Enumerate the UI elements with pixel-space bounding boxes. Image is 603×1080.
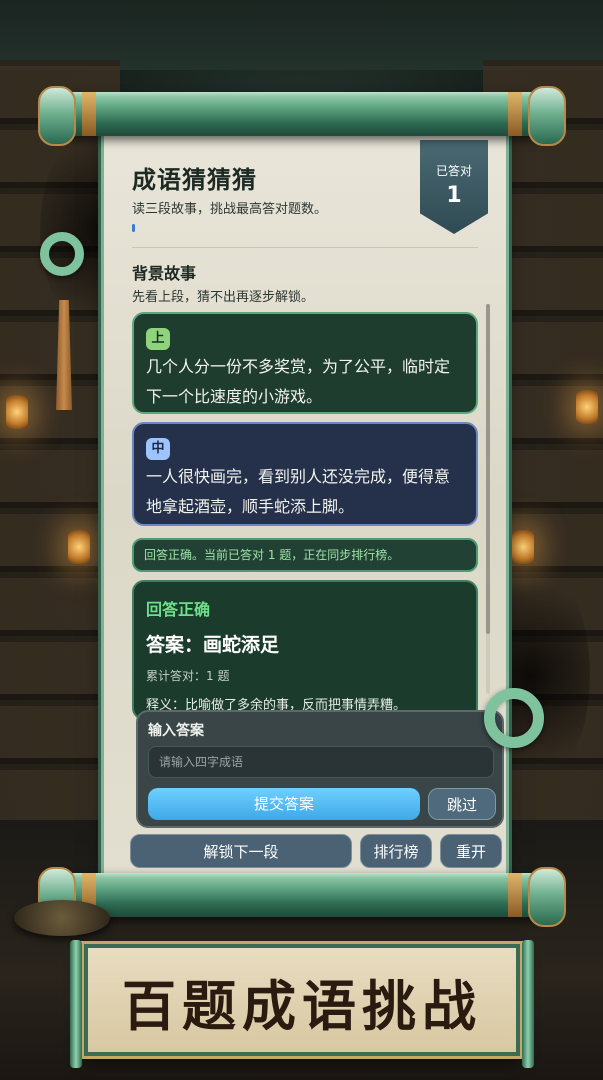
progress-bar — [132, 224, 432, 232]
scroll-rod-bottom — [38, 867, 566, 927]
score-value: 1 — [446, 183, 462, 208]
jade-ring-icon — [40, 232, 84, 276]
story-part-tag: 上 — [146, 328, 170, 350]
unlock-next-button[interactable]: 解锁下一段 — [130, 834, 352, 868]
leaderboard-button[interactable]: 排行榜 — [360, 834, 432, 868]
title-banner: 百题成语挑战 — [70, 940, 534, 1068]
answer-input-label: 输入答案 — [148, 723, 204, 739]
score-label: 已答对 — [435, 164, 472, 178]
answer-input[interactable] — [148, 746, 494, 778]
scroll-rod-top — [38, 86, 566, 146]
game-scroll-panel: 成语猜猜猜 读三段故事，挑战最高答对题数。 已答对 1 背景故事 先看上段，猜不… — [104, 120, 506, 878]
incense-burner — [14, 900, 110, 936]
lantern-left-lower — [68, 530, 90, 564]
rod-cap-icon — [528, 867, 566, 927]
answer-input-panel: 输入答案 提交答案 跳过 — [136, 710, 504, 828]
story-section-title: 背景故事 — [132, 264, 197, 283]
rod-band — [508, 873, 522, 917]
lantern-right-upper — [576, 390, 598, 424]
rod-band — [82, 92, 96, 136]
progress-fill — [132, 224, 135, 232]
story-section-hint: 先看上段，猜不出再逐步解锁。 — [132, 290, 315, 305]
result-count: 累计答对：1 题 — [146, 669, 230, 683]
result-answer: 答案：画蛇添足 — [146, 634, 280, 656]
story-part-text: 一人很快画完，看到别人还没完成，便得意地拿起酒壶，顺手蛇添上脚。 — [146, 467, 451, 516]
scrollbar-thumb[interactable] — [486, 304, 490, 634]
content-scrollbar[interactable] — [486, 304, 490, 694]
story-part-upper: 上 几个人分一份不多奖赏，为了公平，临时定下一个比速度的小游戏。 — [132, 312, 478, 414]
lantern-right — [512, 530, 534, 564]
submit-answer-button[interactable]: 提交答案 — [148, 788, 420, 820]
divider — [132, 247, 478, 248]
jade-ring-icon — [484, 688, 544, 748]
banner-title: 百题成语挑战 — [122, 974, 482, 1038]
skip-button[interactable]: 跳过 — [428, 788, 496, 820]
banner-pole — [70, 940, 82, 1068]
banner-pole — [522, 940, 534, 1068]
story-part-text: 几个人分一份不多奖赏，为了公平，临时定下一个比速度的小游戏。 — [146, 357, 451, 406]
restart-button[interactable]: 重开 — [440, 834, 502, 868]
rod-cap-icon — [38, 86, 76, 146]
lantern-left — [6, 395, 28, 429]
status-message: 回答正确。当前已答对 1 题，正在同步排行榜。 — [132, 538, 478, 572]
rod-band — [508, 92, 522, 136]
result-heading: 回答正确 — [146, 600, 211, 619]
game-subtitle: 读三段故事，挑战最高答对题数。 — [132, 202, 328, 217]
result-card: 回答正确 答案：画蛇添足 累计答对：1 题 释义：比喻做了多余的事，反而把事情弄… — [132, 580, 478, 720]
rod-cap-icon — [528, 86, 566, 146]
story-part-tag: 中 — [146, 438, 170, 460]
score-badge: 已答对 1 — [420, 140, 488, 234]
game-title: 成语猜猜猜 — [132, 166, 257, 194]
story-part-middle: 中 一人很快画完，看到别人还没完成，便得意地拿起酒壶，顺手蛇添上脚。 — [132, 422, 478, 526]
